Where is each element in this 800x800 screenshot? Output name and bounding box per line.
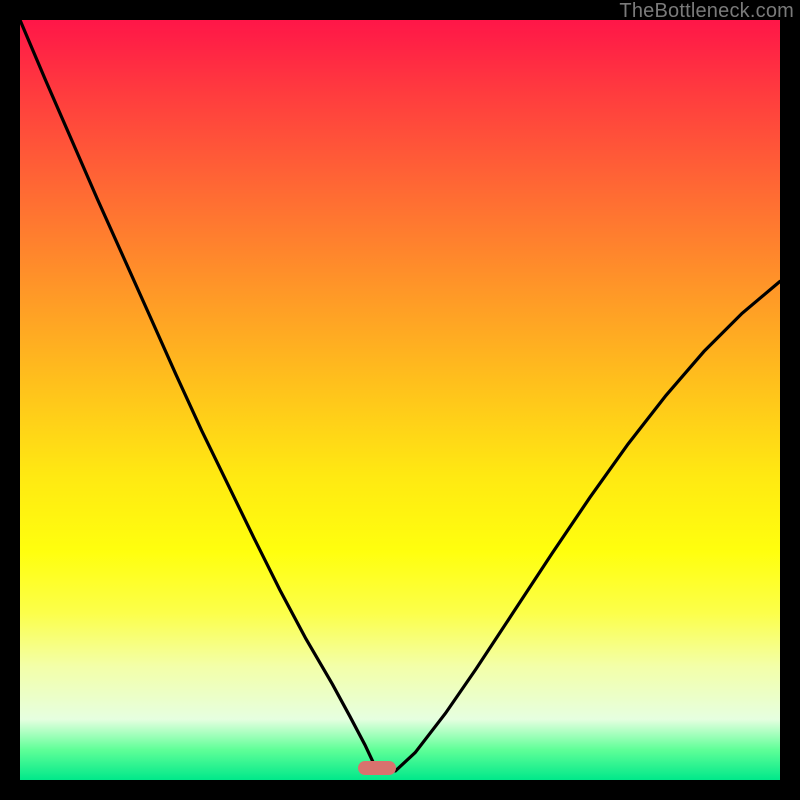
watermark-text: TheBottleneck.com — [619, 0, 794, 23]
bottleneck-curve — [20, 20, 780, 780]
optimal-marker — [358, 761, 396, 775]
chart-frame: TheBottleneck.com — [0, 0, 800, 800]
plot-area — [20, 20, 780, 780]
